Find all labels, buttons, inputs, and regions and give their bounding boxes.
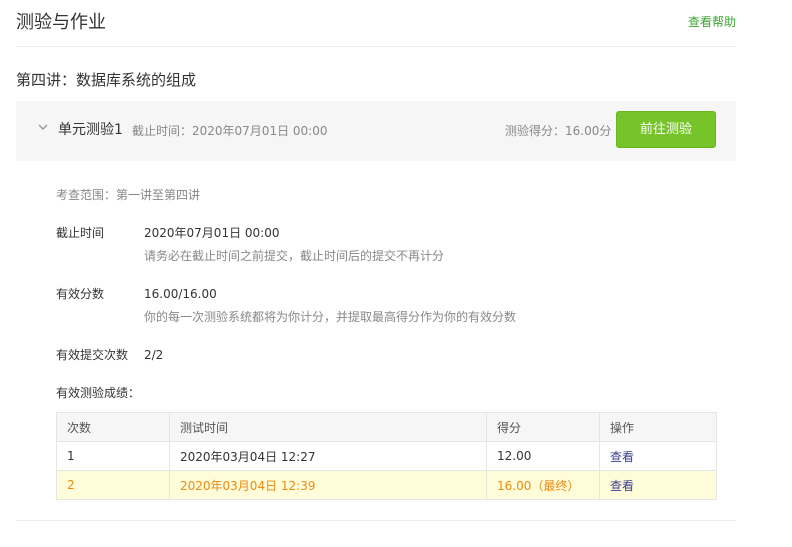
submissions-label: 有效提交次数 — [56, 348, 129, 362]
quiz-page: 测验与作业 查看帮助 第四讲：数据库系统的组成 单元测验1 截止时间：2020年… — [0, 0, 792, 547]
attempt-score: 16.00（最终） — [486, 470, 600, 500]
table-row: 2 2020年03月04日 12:39 16.00（最终） 查看 — [56, 470, 717, 500]
column-header-score: 得分 — [486, 412, 600, 442]
header-divider — [16, 46, 736, 47]
valid-score-label: 有效分数 — [56, 287, 105, 301]
column-header-action: 操作 — [599, 412, 717, 442]
deadline-label: 截止时间 — [56, 226, 105, 240]
attempt-count: 2 — [56, 470, 170, 500]
column-header-time: 测试时间 — [169, 412, 487, 442]
attempt-time: 2020年03月04日 12:39 — [169, 470, 487, 500]
view-attempt-link[interactable]: 查看 — [610, 479, 634, 493]
quiz-deadline-summary: 截止时间：2020年07月01日 00:00 — [132, 124, 328, 138]
lecture-title: 第四讲：数据库系统的组成 — [16, 71, 197, 89]
view-attempt-link[interactable]: 查看 — [610, 450, 634, 464]
quiz-name: 单元测验1 — [58, 122, 123, 138]
valid-score-note: 你的每一次测验系统都将为你计分，并提取最高得分作为你的有效分数 — [144, 310, 517, 324]
quiz-score-summary: 测验得分：16.00分 — [505, 124, 612, 138]
scores-heading: 有效测验成绩： — [56, 386, 141, 400]
results-table: 次数 测试时间 得分 操作 1 2020年03月04日 12:27 12.00 … — [56, 412, 717, 500]
deadline-note: 请务必在截止时间之前提交，截止时间后的提交不再计分 — [144, 249, 445, 263]
quiz-scope: 考查范围：第一讲至第四讲 — [56, 188, 201, 202]
table-header-row: 次数 测试时间 得分 操作 — [56, 412, 717, 442]
page-title: 测验与作业 — [16, 12, 106, 33]
submissions-value: 2/2 — [144, 348, 164, 362]
valid-score-value: 16.00/16.00 — [144, 287, 217, 301]
attempt-score: 12.00 — [486, 441, 600, 471]
section-divider — [16, 520, 736, 521]
deadline-value: 2020年07月01日 00:00 — [144, 226, 280, 240]
attempt-action-cell: 查看 — [599, 470, 717, 500]
go-to-quiz-button[interactable]: 前往测验 — [616, 111, 716, 148]
table-row: 1 2020年03月04日 12:27 12.00 查看 — [56, 441, 717, 471]
chevron-down-icon[interactable] — [38, 122, 48, 132]
attempt-action-cell: 查看 — [599, 441, 717, 471]
help-link[interactable]: 查看帮助 — [688, 14, 736, 30]
column-header-count: 次数 — [56, 412, 170, 442]
attempt-count: 1 — [56, 441, 170, 471]
attempt-time: 2020年03月04日 12:27 — [169, 441, 487, 471]
